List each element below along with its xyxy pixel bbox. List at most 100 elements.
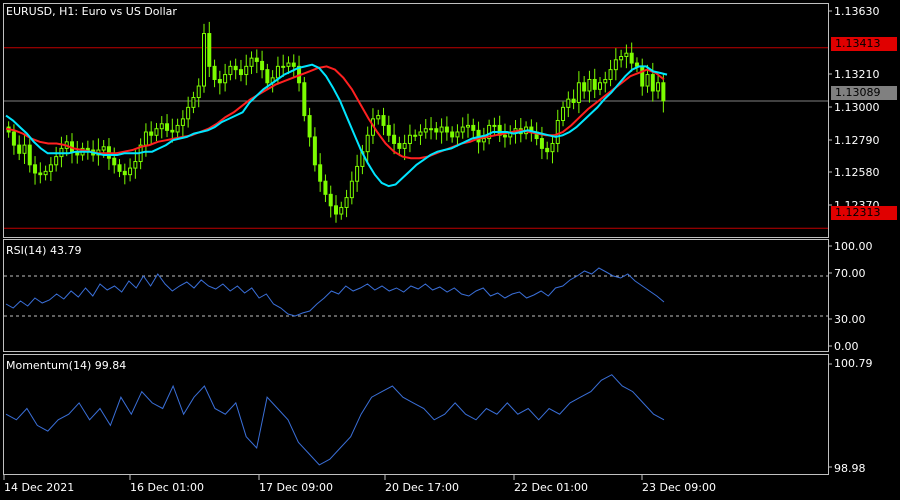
candle-body [54,156,59,166]
candle-body [143,131,148,146]
rsi-tick-100: 100.00 [834,240,873,253]
support-level-tag: 1.12313 [831,206,897,220]
rsi-tick-0: 0.00 [834,340,859,353]
time-label-3: 17 Dec 09:00 [259,481,333,494]
candle-body [175,124,180,133]
candle-body [355,165,360,182]
candle-body [233,65,238,71]
candle-body [598,82,602,90]
candle-body [165,123,170,131]
candle-body [608,69,613,80]
candle-body [254,57,259,62]
candle-body [566,98,571,108]
candle-body [323,180,328,195]
candle-body [186,106,191,120]
candle-body [196,85,201,99]
candle-body [149,131,154,136]
main-panel-frame [3,3,829,238]
momentum-panel-frame [3,354,829,475]
candle-body [460,126,465,133]
candle-body [101,146,106,151]
candle-body [349,180,354,199]
chart-canvas [3,3,832,480]
candle-body [656,82,661,92]
candle-body [492,124,497,127]
candle-body [392,134,397,144]
candle-body [619,56,624,61]
momentum-tick-high: 100.79 [834,357,873,370]
candle-body [365,134,370,153]
rsi-title: RSI(14) 43.79 [6,244,82,257]
candle-body [650,74,655,92]
rsi-layer [4,267,828,317]
candle-body [334,205,338,215]
candle-body [249,57,254,67]
candle-body [112,157,117,166]
candle-body [291,62,296,67]
candle-body [159,123,164,130]
candle-body [418,131,423,136]
candle-body [444,126,449,133]
candle-body [561,106,566,121]
chart-title: EURUSD, H1: Euro vs US Dollar [6,5,177,18]
candle-body [450,131,455,138]
candle-body [154,128,159,136]
candle-body [423,128,428,133]
rsi-line [5,267,665,317]
price-tick-1: 1.13630 [834,5,880,18]
candle-body [22,144,27,154]
candle-body [11,131,16,146]
time-label-1: 14 Dec 2021 [4,481,75,494]
candle-body [318,164,323,182]
time-label-5: 22 Dec 01:00 [514,481,588,494]
candle-body [307,115,312,138]
candle-body [413,134,418,137]
candle-body [571,98,576,103]
candle-body [376,115,381,120]
candle-body [603,78,608,84]
candle-body [592,78,597,90]
candle-body [429,128,434,131]
candle-body [539,138,544,149]
candle-body [265,69,270,84]
candle-body [640,65,645,87]
candle-body [85,147,90,151]
candle-body [645,74,650,87]
candle-body [550,142,555,153]
candle-body [128,167,133,176]
candle-body [228,65,233,76]
candle-body [202,33,206,87]
candle-body [191,97,196,108]
momentum-line [5,374,665,466]
candle-body [471,124,476,131]
candle-body [43,170,48,176]
time-label-2: 16 Dec 01:00 [130,481,204,494]
candle-body [481,138,486,143]
candle-body [545,147,550,153]
current-price-tag: 1.13089 [831,86,897,100]
candle-body [555,120,560,144]
candle-body [302,82,307,117]
candle-body [133,161,138,169]
candle-body [407,134,412,144]
candle-body [339,206,344,215]
candle-body [281,65,286,68]
price-tick-3: 1.13000 [834,101,880,114]
candle-body [212,65,217,80]
candle-body [48,164,53,172]
fast-ma-line [5,63,668,188]
candle-body [17,144,22,154]
candle-body [170,129,175,133]
candle-body [439,126,444,133]
candle-body [629,52,634,64]
time-label-4: 20 Dec 17:00 [385,481,459,494]
slow-ma-line [5,65,665,160]
rsi-tick-70: 70.00 [834,267,866,280]
candle-body [217,78,222,84]
candle-body [402,142,407,149]
candle-body [455,131,460,138]
price-tick-2: 1.13210 [834,68,880,81]
candle-body [38,172,43,176]
candle-body [661,82,666,102]
candle-body [244,65,249,76]
